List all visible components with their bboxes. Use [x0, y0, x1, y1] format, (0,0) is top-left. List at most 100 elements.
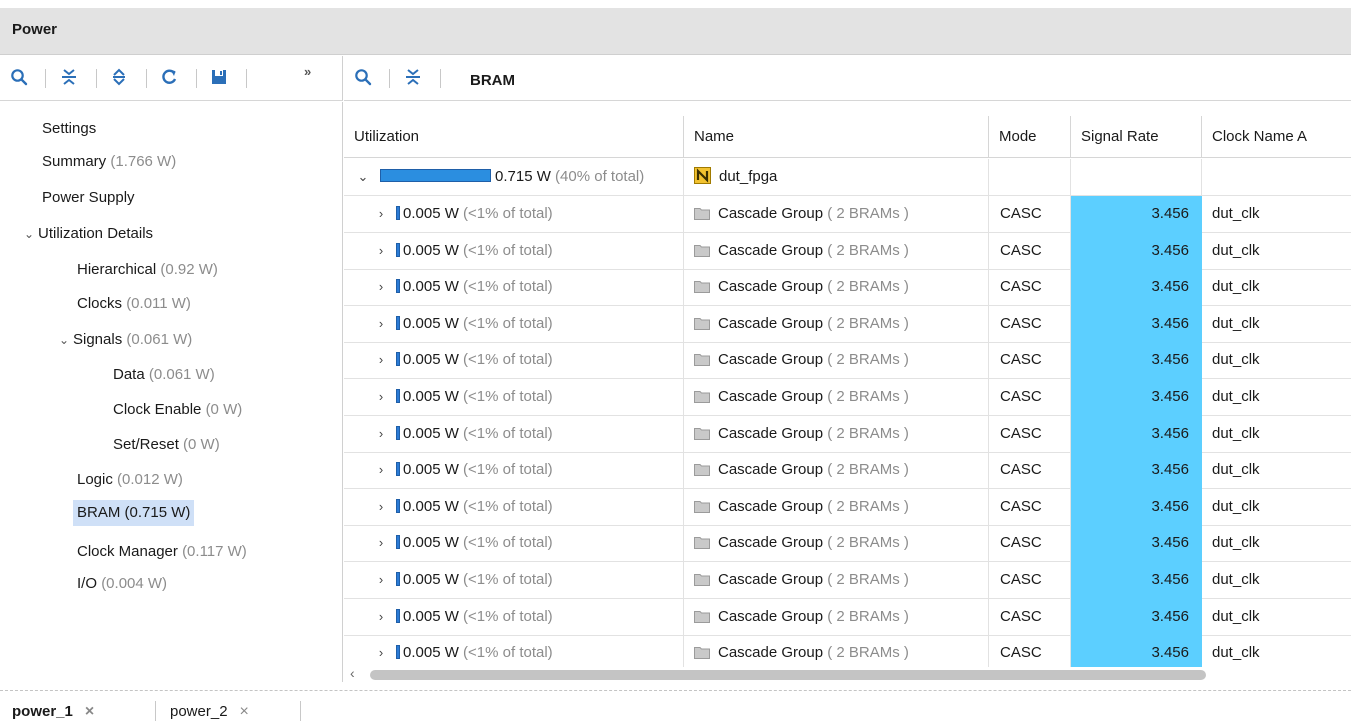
tree-item-label: Clocks	[77, 295, 123, 312]
column-header-mode[interactable]: Mode	[989, 116, 1071, 158]
tree-item-hierarchical[interactable]: Hierarchical (0.92 W)	[77, 257, 218, 283]
chevron-right-icon[interactable]: ›	[372, 416, 390, 452]
name-cell: Cascade Group ( 2 BRAMs )	[684, 489, 989, 526]
table-row-root[interactable]: ⌄ 0.715 W (40% of total) dut_fpga	[344, 159, 1351, 196]
tree-item-set-reset[interactable]: Set/Reset (0 W)	[113, 432, 220, 458]
table-row[interactable]: › 0.005 W (<1% of total) Cascade Group ( …	[344, 269, 1351, 306]
tree-item-bram[interactable]: BRAM (0.715 W)	[73, 500, 195, 526]
bram-table: Utilization Name Mode Signal Rate Clock …	[344, 102, 1351, 667]
chevron-down-icon[interactable]: ⌄	[59, 327, 73, 353]
tree-item-utilization-details[interactable]: ⌄ Utilization Details	[24, 221, 153, 247]
group-detail: ( 2 BRAMs )	[827, 242, 909, 259]
tree-item-label: Clock Manager	[77, 543, 178, 560]
name-cell: Cascade Group ( 2 BRAMs )	[684, 452, 989, 489]
scrollbar-thumb[interactable]	[370, 670, 1206, 680]
tab-bar: power_1 × power_2 ×	[0, 690, 1351, 725]
table-row[interactable]: › 0.005 W (<1% of total) Cascade Group ( …	[344, 452, 1351, 489]
chevron-right-icon[interactable]: ›	[372, 233, 390, 269]
table-row[interactable]: › 0.005 W (<1% of total) Cascade Group ( …	[344, 525, 1351, 562]
power-percent: (<1% of total)	[463, 425, 553, 442]
group-name: Cascade Group	[718, 461, 824, 478]
chevron-right-icon[interactable]: ›	[372, 269, 390, 305]
tree-item-clocks[interactable]: Clocks (0.011 W)	[77, 291, 191, 317]
group-detail: ( 2 BRAMs )	[827, 608, 909, 625]
chevron-right-icon[interactable]: ›	[372, 452, 390, 488]
close-icon[interactable]: ×	[240, 703, 249, 720]
column-header-signal-rate[interactable]: Signal Rate	[1071, 116, 1202, 158]
chevron-right-icon[interactable]: ›	[372, 599, 390, 635]
chevron-right-icon[interactable]: ›	[372, 342, 390, 378]
tab-power-1[interactable]: power_1 ×	[12, 699, 94, 725]
clock-name-cell: dut_clk	[1212, 534, 1260, 551]
utilization-bar	[396, 609, 400, 623]
tree-item-signals[interactable]: ⌄ Signals (0.061 W)	[59, 327, 192, 353]
close-icon[interactable]: ×	[85, 703, 94, 720]
tree-item-label: BRAM (0.715 W)	[77, 504, 191, 521]
tree-item-value: (0.012 W)	[117, 471, 183, 488]
collapse-all-button[interactable]	[56, 64, 82, 90]
utilization-cell: › 0.005 W (<1% of total)	[344, 525, 684, 562]
table-row[interactable]: › 0.005 W (<1% of total) Cascade Group ( …	[344, 306, 1351, 343]
table-row[interactable]: › 0.005 W (<1% of total) Cascade Group ( …	[344, 196, 1351, 233]
column-header-clock-name-a[interactable]: Clock Name A	[1202, 116, 1351, 158]
chevron-down-icon[interactable]: ⌄	[24, 221, 38, 247]
chevron-right-icon[interactable]: ›	[372, 525, 390, 561]
mode-cell: CASC	[989, 342, 1071, 379]
table-row[interactable]: › 0.005 W (<1% of total) Cascade Group ( …	[344, 562, 1351, 599]
utilization-cell: › 0.005 W (<1% of total)	[344, 599, 684, 636]
mode-cell: CASC	[989, 416, 1071, 453]
chevron-right-icon[interactable]: ›	[372, 196, 390, 232]
power-value: 0.005 W	[403, 498, 459, 515]
table-search-button[interactable]	[350, 64, 376, 90]
chevron-down-icon[interactable]: ⌄	[354, 159, 372, 195]
tree-item-settings[interactable]: Settings	[42, 116, 96, 142]
tree-item-summary[interactable]: Summary (1.766 W)	[42, 149, 176, 175]
more-tools-button[interactable]: »	[304, 64, 311, 79]
scroll-left-icon[interactable]: ‹	[350, 665, 355, 681]
name-cell: Cascade Group ( 2 BRAMs )	[684, 416, 989, 453]
tree-item-logic[interactable]: Logic (0.012 W)	[77, 467, 183, 493]
power-percent: (<1% of total)	[463, 644, 553, 661]
utilization-cell: › 0.005 W (<1% of total)	[344, 342, 684, 379]
expand-all-button[interactable]	[106, 64, 132, 90]
tab-power-2[interactable]: power_2 ×	[170, 699, 249, 725]
tree-item-power-supply[interactable]: Power Supply	[42, 185, 135, 211]
tree-item-clock-manager[interactable]: Clock Manager (0.117 W)	[77, 539, 247, 565]
tree-item-clock-enable[interactable]: Clock Enable (0 W)	[113, 397, 242, 423]
search-button[interactable]	[6, 64, 32, 90]
save-button[interactable]	[206, 64, 232, 90]
column-header-name[interactable]: Name	[684, 116, 989, 158]
table-row[interactable]: › 0.005 W (<1% of total) Cascade Group ( …	[344, 489, 1351, 526]
column-header-utilization[interactable]: Utilization	[344, 116, 684, 158]
mode-cell: CASC	[989, 233, 1071, 270]
table-row[interactable]: › 0.005 W (<1% of total) Cascade Group ( …	[344, 233, 1351, 270]
group-detail: ( 2 BRAMs )	[827, 388, 909, 405]
chevron-right-icon[interactable]: ›	[372, 489, 390, 525]
clock-name-cell: dut_clk	[1212, 351, 1260, 368]
signal-rate-cell	[1071, 159, 1202, 196]
horizontal-scrollbar[interactable]: ‹	[344, 665, 1351, 683]
name-cell: Cascade Group ( 2 BRAMs )	[684, 269, 989, 306]
group-name: Cascade Group	[718, 388, 824, 405]
chevron-right-icon[interactable]: ›	[372, 306, 390, 342]
group-name: Cascade Group	[718, 644, 824, 661]
chevron-right-icon[interactable]: ›	[372, 562, 390, 598]
mode-cell	[989, 159, 1071, 196]
table-row[interactable]: › 0.005 W (<1% of total) Cascade Group ( …	[344, 635, 1351, 667]
folder-icon	[694, 391, 710, 403]
table-row[interactable]: › 0.005 W (<1% of total) Cascade Group ( …	[344, 379, 1351, 416]
utilization-bar	[396, 279, 400, 293]
table-row[interactable]: › 0.005 W (<1% of total) Cascade Group ( …	[344, 342, 1351, 379]
chevron-right-icon[interactable]: ›	[372, 635, 390, 667]
chevron-right-icon[interactable]: ›	[372, 379, 390, 415]
folder-icon	[694, 537, 710, 549]
utilization-bar	[396, 535, 400, 549]
name-cell: Cascade Group ( 2 BRAMs )	[684, 599, 989, 636]
refresh-button[interactable]	[156, 64, 182, 90]
table-row[interactable]: › 0.005 W (<1% of total) Cascade Group ( …	[344, 416, 1351, 453]
search-icon	[11, 69, 28, 86]
tree-item-data[interactable]: Data (0.061 W)	[113, 362, 215, 388]
tree-item-io[interactable]: I/O (0.004 W)	[77, 571, 167, 597]
table-collapse-all-button[interactable]	[400, 64, 426, 90]
table-row[interactable]: › 0.005 W (<1% of total) Cascade Group ( …	[344, 599, 1351, 636]
